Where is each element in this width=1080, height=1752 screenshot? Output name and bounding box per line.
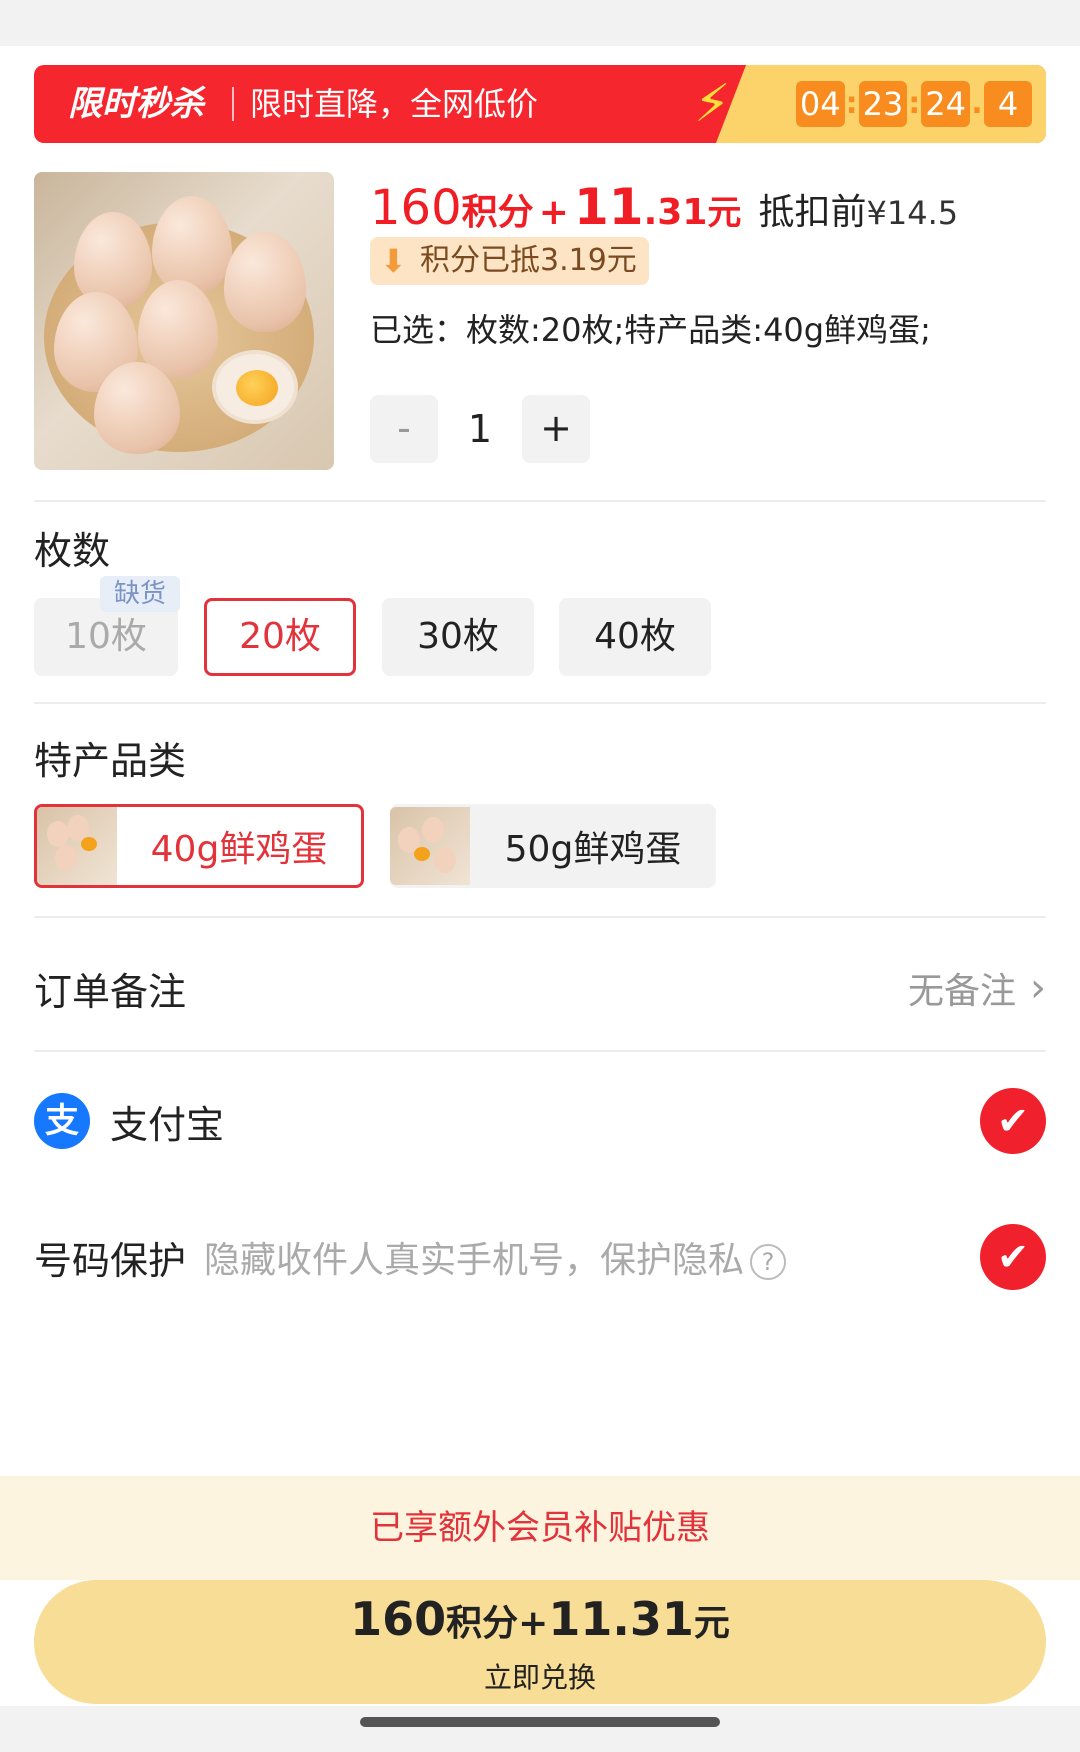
cta-price: 11.31 bbox=[548, 1592, 694, 1646]
price-unit: 元 bbox=[707, 193, 742, 233]
timer-minutes: 23 bbox=[858, 81, 908, 127]
points-amount: 160 bbox=[370, 180, 462, 236]
redeem-button[interactable]: 160积分+11.31元 立即兑换 bbox=[34, 1580, 1046, 1704]
cta-amount: 160积分+11.31元 bbox=[34, 1592, 1046, 1646]
checkmark-icon[interactable]: ✔ bbox=[980, 1088, 1046, 1154]
points-label: 积分 bbox=[461, 192, 534, 233]
cta-plus: + bbox=[518, 1603, 549, 1644]
variety-option-40g[interactable]: 40g鲜鸡蛋 bbox=[34, 804, 364, 888]
variety-option-50g[interactable]: 50g鲜鸡蛋 bbox=[390, 804, 716, 888]
countdown-timer: 04 : 23 : 24 . 4 bbox=[795, 81, 1032, 127]
member-subsidy-bar: 已享额外会员补贴优惠 bbox=[0, 1476, 1080, 1580]
selected-summary: 已选：枚数:20枚;特产品类:40g鲜鸡蛋; bbox=[370, 311, 931, 349]
timer-colon: : bbox=[908, 86, 921, 121]
flash-sale-banner: ⚡ 限时秒杀 限时直降，全网低价 04 : 23 : 24 . 4 bbox=[34, 65, 1046, 143]
price-line: 160积分 + 11.31元 抵扣前¥14.5 bbox=[370, 178, 958, 236]
remark-title: 订单备注 bbox=[34, 969, 187, 1014]
payment-method-label: 支付宝 bbox=[110, 1102, 225, 1147]
increment-button[interactable]: + bbox=[522, 395, 590, 463]
cta-unit: 元 bbox=[693, 1603, 730, 1644]
privacy-hint-text: 隐藏收件人真实手机号，保护隐私 bbox=[204, 1240, 745, 1281]
flash-sale-tag: 限时秒杀 bbox=[68, 84, 204, 124]
down-arrow-icon: ⬇ bbox=[380, 242, 407, 280]
egg-yolk-icon bbox=[212, 350, 298, 424]
timer-dot: . bbox=[971, 86, 983, 121]
count-option-40[interactable]: 40枚 bbox=[559, 598, 711, 676]
timer-seconds: 24 bbox=[921, 81, 970, 127]
timer-tenths: 4 bbox=[984, 81, 1032, 127]
privacy-title: 号码保护 bbox=[34, 1238, 187, 1283]
variety-title: 特产品类 bbox=[34, 739, 187, 783]
decrement-button[interactable]: - bbox=[370, 395, 438, 463]
alipay-icon: 支 bbox=[34, 1093, 90, 1149]
chevron-right-icon: › bbox=[1030, 965, 1046, 1011]
payment-method-row[interactable]: 支 支付宝 ✔ bbox=[34, 1088, 1046, 1154]
banner-divider bbox=[232, 87, 234, 121]
cta-points: 160 bbox=[350, 1592, 447, 1646]
before-deduct-label: 抵扣前 bbox=[758, 192, 867, 233]
eggs-thumbnail-icon bbox=[37, 807, 117, 885]
quantity-stepper: - 1 + bbox=[370, 395, 590, 463]
divider bbox=[34, 500, 1046, 502]
timer-hours: 04 bbox=[795, 81, 845, 127]
divider bbox=[34, 1050, 1046, 1052]
remark-value: 无备注 bbox=[907, 971, 1016, 1012]
cta-points-label: 积分 bbox=[446, 1603, 519, 1644]
number-protection-row[interactable]: 号码保护 隐藏收件人真实手机号，保护隐私? ✔ bbox=[34, 1224, 1046, 1290]
out-of-stock-badge: 缺货 bbox=[100, 576, 180, 612]
deduct-text: 积分已抵3.19元 bbox=[420, 243, 637, 278]
privacy-hint: 隐藏收件人真实手机号，保护隐私? bbox=[204, 1231, 787, 1283]
checkmark-icon[interactable]: ✔ bbox=[980, 1224, 1046, 1290]
points-deduct-badge: ⬇ 积分已抵3.19元 bbox=[370, 237, 649, 285]
price-dec: .31 bbox=[643, 192, 708, 233]
count-option-30[interactable]: 30枚 bbox=[382, 598, 534, 676]
lightning-icon: ⚡ bbox=[694, 74, 731, 134]
product-image bbox=[34, 172, 334, 470]
home-indicator[interactable] bbox=[360, 1717, 720, 1727]
original-price: ¥14.5 bbox=[866, 194, 959, 232]
timer-colon: : bbox=[845, 86, 858, 121]
quantity-value[interactable]: 1 bbox=[438, 407, 522, 451]
banner-slogan: 限时直降，全网低价 bbox=[250, 85, 539, 123]
price-int: 11 bbox=[574, 178, 644, 236]
plus-sign: + bbox=[538, 192, 569, 233]
count-option-20[interactable]: 20枚 bbox=[204, 598, 356, 676]
order-remark-row[interactable]: 订单备注 无备注 › bbox=[34, 958, 1046, 1018]
divider bbox=[34, 702, 1046, 704]
variety-option-label: 50g鲜鸡蛋 bbox=[504, 829, 682, 870]
count-title: 枚数 bbox=[34, 529, 111, 573]
eggs-thumbnail-icon bbox=[390, 807, 470, 885]
variety-option-label: 40g鲜鸡蛋 bbox=[150, 829, 328, 870]
cta-action-label: 立即兑换 bbox=[483, 1661, 596, 1694]
help-icon[interactable]: ? bbox=[750, 1244, 787, 1280]
divider bbox=[34, 916, 1046, 918]
